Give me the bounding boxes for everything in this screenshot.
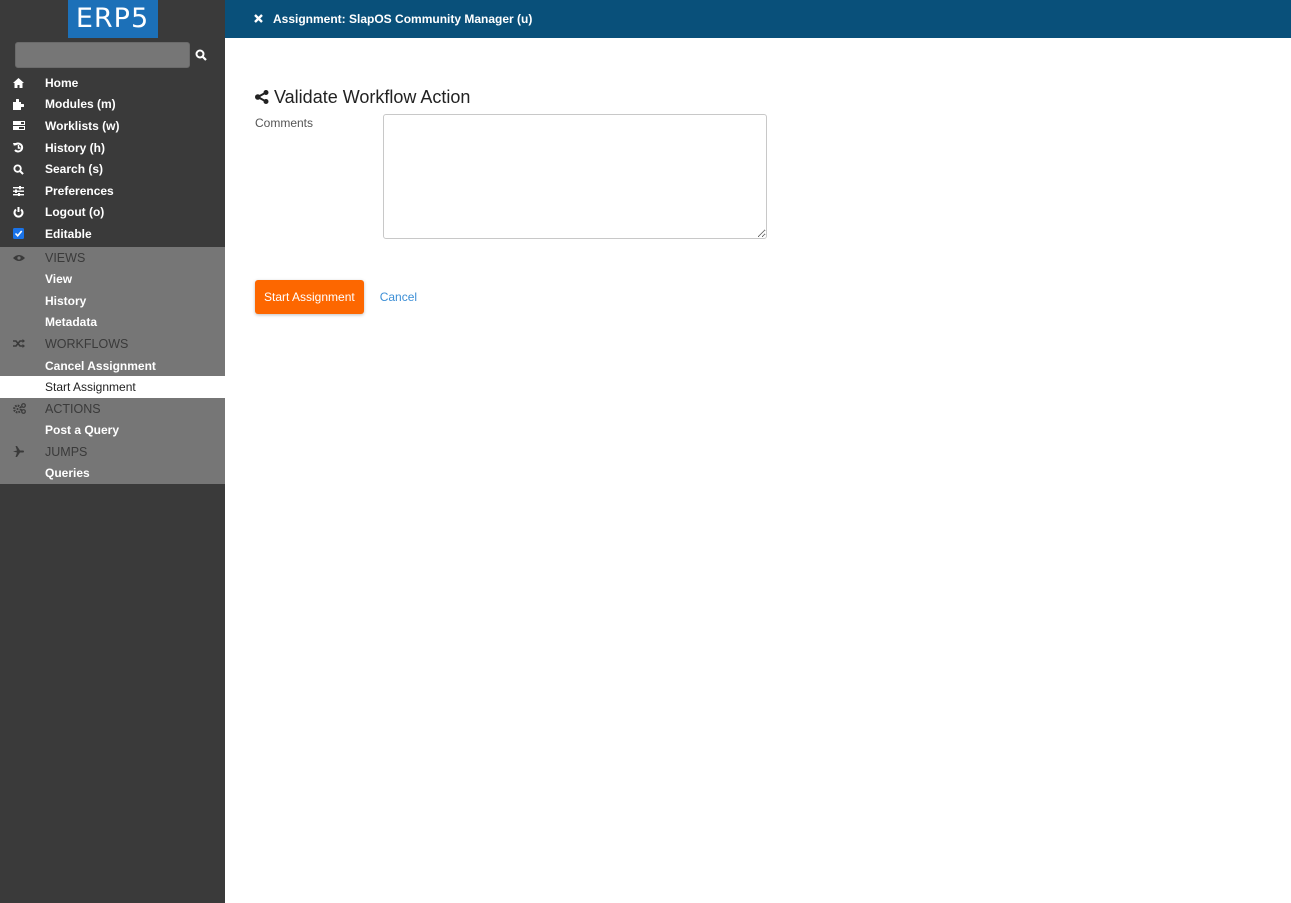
sidebar-item-label: Preferences xyxy=(45,183,114,198)
sidebar-search xyxy=(0,38,225,68)
search-icon xyxy=(13,164,24,175)
section-title: WORKFLOWS xyxy=(45,336,129,351)
power-icon xyxy=(13,206,24,218)
sidebar-item-search[interactable]: Search (s) xyxy=(0,158,225,180)
start-assignment-button[interactable]: Start Assignment xyxy=(255,280,364,314)
sidebar-item-modules[interactable]: Modules (m) xyxy=(0,94,225,116)
sidebar: ERP5 Home Modules (m) Worklists (w) Hist… xyxy=(0,0,225,903)
share-icon xyxy=(255,90,269,104)
section-header-jumps: JUMPS xyxy=(0,441,225,463)
sidebar-item-history-view[interactable]: History xyxy=(0,290,225,312)
checkbox-icon[interactable] xyxy=(13,228,24,240)
sidebar-item-label: Logout (o) xyxy=(45,205,105,220)
comments-field: Comments xyxy=(255,114,767,239)
plane-icon xyxy=(13,446,24,458)
sidebar-item-editable[interactable]: Editable xyxy=(0,223,225,245)
sidebar-item-label: History (h) xyxy=(45,140,105,155)
search-button[interactable] xyxy=(191,42,211,68)
sidebar-item-cancel-assignment[interactable]: Cancel Assignment xyxy=(0,355,225,377)
tasks-icon xyxy=(13,121,25,131)
random-icon xyxy=(13,339,25,349)
sidebar-item-label: Modules (m) xyxy=(45,97,116,112)
puzzle-icon xyxy=(13,98,24,110)
section-header-actions: ACTIONS xyxy=(0,398,225,420)
sidebar-item-label: Editable xyxy=(45,226,92,241)
sidebar-item-start-assignment[interactable]: Start Assignment xyxy=(0,376,225,398)
page-title: Validate Workflow Action xyxy=(255,86,767,108)
sidebar-sections: VIEWS View History Metadata WORKFLOWS Ca… xyxy=(0,246,225,485)
search-icon xyxy=(195,49,207,61)
history-icon xyxy=(13,142,24,153)
page-title-text: Validate Workflow Action xyxy=(274,86,471,107)
sidebar-item-post-a-query[interactable]: Post a Query xyxy=(0,420,225,442)
sidebar-item-home[interactable]: Home xyxy=(0,72,225,94)
close-button[interactable] xyxy=(254,12,263,26)
sidebar-item-label: Worklists (w) xyxy=(45,118,120,133)
close-icon xyxy=(254,14,263,23)
section-title: ACTIONS xyxy=(45,401,101,416)
sliders-icon xyxy=(13,185,24,196)
erp5-logo[interactable]: ERP5 xyxy=(67,0,158,38)
cogs-icon xyxy=(13,403,26,415)
section-title: VIEWS xyxy=(45,250,86,265)
header-title: Assignment: SlapOS Community Manager (u) xyxy=(273,12,533,26)
section-header-workflows: WORKFLOWS xyxy=(0,333,225,355)
home-icon xyxy=(13,77,24,88)
sidebar-item-preferences[interactable]: Preferences xyxy=(0,180,225,202)
sidebar-item-logout[interactable]: Logout (o) xyxy=(0,202,225,224)
main-content: Validate Workflow Action Comments Start … xyxy=(255,86,767,314)
sidebar-item-history[interactable]: History (h) xyxy=(0,137,225,159)
sidebar-item-metadata[interactable]: Metadata xyxy=(0,312,225,334)
sidebar-item-queries[interactable]: Queries xyxy=(0,463,225,485)
sidebar-item-worklists[interactable]: Worklists (w) xyxy=(0,115,225,137)
header-bar: Assignment: SlapOS Community Manager (u) xyxy=(225,0,1291,38)
section-title: JUMPS xyxy=(45,444,88,459)
sidebar-item-view[interactable]: View xyxy=(0,268,225,290)
section-header-views: VIEWS xyxy=(0,247,225,269)
comments-textarea[interactable] xyxy=(383,114,767,239)
form-actions: Start Assignment Cancel xyxy=(255,280,767,314)
comments-label: Comments xyxy=(255,116,314,130)
search-input[interactable] xyxy=(15,41,190,68)
cancel-link[interactable]: Cancel xyxy=(380,290,417,304)
eye-icon xyxy=(13,254,25,261)
sidebar-item-label: Search (s) xyxy=(45,162,104,177)
sidebar-item-label: Home xyxy=(45,75,79,90)
main-nav: Home Modules (m) Worklists (w) History (… xyxy=(0,72,225,245)
